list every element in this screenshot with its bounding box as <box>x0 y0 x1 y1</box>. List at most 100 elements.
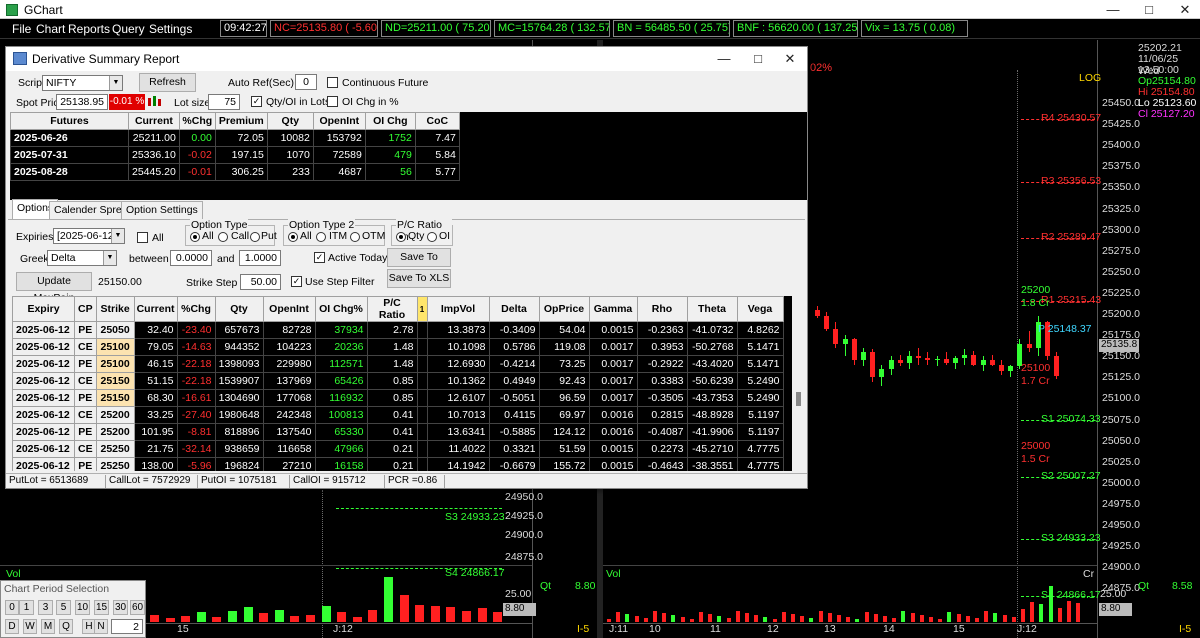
options-table-viewport[interactable]: Expiry CP Strike Current %Chg Qty OpenInt OI Ch… <box>12 296 792 471</box>
minimize-icon[interactable]: — <box>710 50 738 68</box>
options-scrollbar[interactable] <box>794 296 804 471</box>
option-type-all-radio[interactable] <box>190 232 200 242</box>
menu-settings[interactable]: Settings <box>149 22 192 36</box>
option-row[interactable]: 2025-06-12 CE 25100 79.05 -14.63 944352 104223… <box>12 338 784 356</box>
save-to-group-button[interactable]: Save To Group <box>387 248 451 280</box>
futures-column-header[interactable]: Qty <box>266 112 314 130</box>
option-row[interactable]: 2025-06-12 PE 25050 32.40 -23.40 657673 82728 3… <box>12 321 784 339</box>
options-column-header[interactable]: OI Chg% <box>314 296 368 322</box>
option-type-put-radio[interactable] <box>250 232 260 242</box>
greek-from-input[interactable]: 0.0000 <box>170 250 212 266</box>
use-step-filter-checkbox[interactable]: ✓ <box>291 276 302 287</box>
ticker-nc[interactable]: NC=25135.80 ( -5.60) <box>270 20 378 37</box>
options-column-header[interactable]: Expiry <box>12 296 75 322</box>
options-column-header[interactable]: Gamma <box>588 296 638 322</box>
futures-row[interactable]: 2025-08-28 25445.20 -0.01 306.25 233 4687 56 5.… <box>10 163 460 181</box>
options-column-header[interactable]: Strike <box>95 296 135 322</box>
all-expiries-checkbox[interactable] <box>137 232 148 243</box>
period-button-10[interactable]: 10 <box>75 600 90 615</box>
menu-query[interactable]: Query <box>112 22 145 36</box>
option-type2-all-radio[interactable] <box>288 232 298 242</box>
scrip-select[interactable]: NIFTY ▼ <box>42 75 123 91</box>
futures-column-header[interactable]: Current <box>128 112 180 130</box>
option-type2-itm-radio[interactable] <box>316 232 326 242</box>
greek-select[interactable]: Delta ▼ <box>47 250 117 266</box>
menu-file[interactable]: File <box>12 22 31 36</box>
candle-chart-icon[interactable] <box>146 94 162 110</box>
options-column-header[interactable]: Current <box>133 296 178 322</box>
futures-column-header[interactable]: Futures <box>10 112 129 130</box>
option-row[interactable]: 2025-06-12 PE 25100 46.15 -22.18 1398093 22998… <box>12 355 784 373</box>
options-column-header[interactable]: Delta <box>488 296 540 322</box>
period-button-15[interactable]: 15 <box>94 600 109 615</box>
period-button-30[interactable]: 30 <box>113 600 128 615</box>
menu-reports[interactable]: Reports <box>68 22 110 36</box>
options-column-header[interactable]: Theta <box>686 296 738 322</box>
option-type2-otm-radio[interactable] <box>350 232 360 242</box>
tab-option-settings[interactable]: Option Settings <box>121 201 203 219</box>
pc-ratio-oi-radio[interactable] <box>427 232 437 242</box>
futures-column-header[interactable]: OI Chg <box>364 112 416 130</box>
maximize-icon[interactable]: □ <box>1134 1 1164 18</box>
ticker-bnf[interactable]: BNF : 56620.00 ( 137.25) <box>733 20 858 37</box>
period-button-5[interactable]: 5 <box>56 600 71 615</box>
period-button-d[interactable]: D <box>5 619 19 634</box>
chart-period-panel[interactable]: Chart Period Selection 0 1 3 5 10 15 30 60 DWMQ… <box>0 580 146 638</box>
option-type-call-radio[interactable] <box>218 232 228 242</box>
period-button-m[interactable]: M <box>41 619 55 634</box>
greek-to-input[interactable]: 1.0000 <box>239 250 281 266</box>
strike-step-input[interactable]: 50.00 <box>240 274 281 290</box>
options-column-header[interactable]: %Chg <box>176 296 216 322</box>
option-row[interactable]: 2025-06-12 PE 25250 138.00 -5.96 196824 27210 1… <box>12 457 784 471</box>
options-column-header[interactable]: Rho <box>636 296 688 322</box>
save-to-xls-button[interactable]: Save To XLS <box>387 269 451 288</box>
close-icon[interactable]: ✕ <box>776 50 804 68</box>
ticker-mc[interactable]: MC=15764.28 ( 132.57) <box>494 20 610 37</box>
oi-chg-pct-checkbox[interactable] <box>327 96 338 107</box>
ticker-vix[interactable]: Vix = 13.75 ( 0.08) <box>861 20 968 37</box>
period-button-60[interactable]: 60 <box>130 600 145 615</box>
minimize-icon[interactable]: — <box>1098 1 1128 18</box>
option-row[interactable]: 2025-06-12 PE 25200 101.95 -8.81 818896 137540… <box>12 423 784 441</box>
refresh-button[interactable]: Refresh <box>139 73 196 92</box>
futures-column-header[interactable]: %Chg <box>178 112 216 130</box>
options-column-header[interactable]: CP <box>74 296 97 322</box>
options-column-header[interactable]: Qty <box>214 296 264 322</box>
derivative-summary-dialog[interactable]: Derivative Summary Report — □ ✕ Scrip NI… <box>5 46 808 489</box>
menu-chart[interactable]: Chart <box>36 22 65 36</box>
options-column-header[interactable]: Vega <box>736 296 784 322</box>
active-today-checkbox[interactable]: ✓ <box>314 252 325 263</box>
period-button-n[interactable]: N <box>94 619 108 634</box>
period-button-3[interactable]: 3 <box>38 600 53 615</box>
option-row[interactable]: 2025-06-12 CE 25150 51.15 -22.18 1539907 13796… <box>12 372 784 390</box>
update-maxpain-button[interactable]: Update MaxPain <box>16 272 92 304</box>
dialog-title-bar[interactable]: Derivative Summary Report — □ ✕ <box>6 47 807 71</box>
futures-column-header[interactable]: CoC <box>414 112 460 130</box>
options-column-header[interactable]: OpenInt <box>262 296 316 322</box>
continuous-future-checkbox[interactable] <box>327 77 338 88</box>
options-column-header[interactable]: 1 <box>416 296 428 322</box>
futures-row[interactable]: 2025-06-26 25211.00 0.00 72.05 10082 153792 17… <box>10 129 460 147</box>
period-value-input[interactable]: 2 <box>111 619 143 634</box>
period-button-1[interactable]: 1 <box>19 600 34 615</box>
auto-ref-input[interactable]: 0 <box>295 74 317 90</box>
qty-oi-lots-checkbox[interactable]: ✓ <box>251 96 262 107</box>
maximize-icon[interactable]: □ <box>744 50 772 68</box>
option-row[interactable]: 2025-06-12 PE 25150 68.30 -16.61 1304690 17706… <box>12 389 784 407</box>
futures-column-header[interactable]: Premium <box>214 112 268 130</box>
options-column-header[interactable]: P/C Ratio <box>366 296 418 322</box>
pc-ratio-qty-radio[interactable] <box>396 232 406 242</box>
period-button-0[interactable]: 0 <box>5 600 19 615</box>
futures-row[interactable]: 2025-07-31 25336.10 -0.02 197.15 1070 72589 47… <box>10 146 460 164</box>
option-row[interactable]: 2025-06-12 CE 25250 21.75 -32.14 938659 116658… <box>12 440 784 458</box>
period-button-w[interactable]: W <box>23 619 37 634</box>
lot-size-input[interactable]: 75 <box>208 94 240 110</box>
ticker-bn[interactable]: BN = 56485.50 ( 25.75) <box>613 20 730 37</box>
expiries-select[interactable]: [2025-06-12] ▼ <box>53 228 125 244</box>
period-button-q[interactable]: Q <box>59 619 73 634</box>
close-icon[interactable]: ✕ <box>1170 1 1200 18</box>
futures-column-header[interactable]: OpenInt <box>312 112 366 130</box>
option-row[interactable]: 2025-06-12 CE 25200 33.25 -27.40 1980648 24234… <box>12 406 784 424</box>
ticker-nd[interactable]: ND=25211.00 ( 75.20) <box>381 20 491 37</box>
options-column-header[interactable]: OpPrice <box>538 296 590 322</box>
